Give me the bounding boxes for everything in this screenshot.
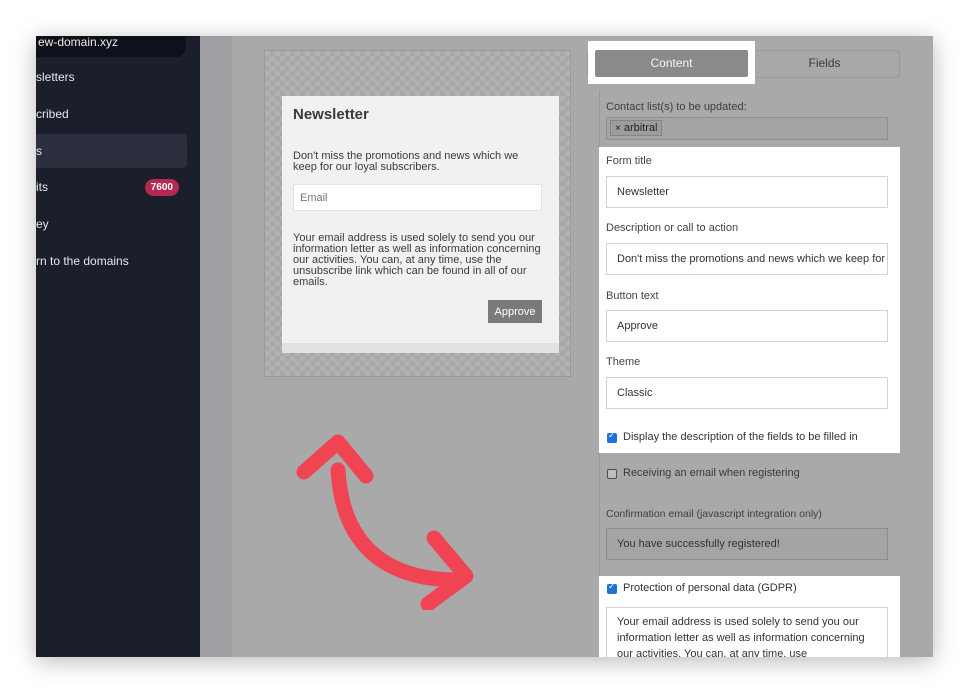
preview-title: Newsletter (293, 106, 369, 123)
contact-list-tag-label: arbitral (623, 122, 658, 134)
contact-list-tag[interactable]: × arbitral (610, 120, 663, 136)
sidebar-item-unsubscribed[interactable]: cribed (36, 97, 187, 131)
sidebar-gutter (200, 36, 232, 657)
gdpr-checkbox[interactable] (607, 581, 617, 594)
confirmation-email-input[interactable]: You have successfully registered! (606, 528, 888, 560)
theme-select[interactable]: Classic (606, 377, 888, 409)
display-description-label: Display the description of the fields to… (623, 431, 858, 443)
sidebar-item-label: its (36, 180, 48, 194)
newsletter-form-preview: Newsletter Don't miss the promotions and… (282, 96, 559, 353)
sidebar-item-label: cribed (36, 107, 69, 121)
receive-email-label: Receiving an email when registering (623, 467, 800, 479)
contact-lists-input[interactable]: × arbitral (606, 117, 888, 140)
confirmation-email-label: Confirmation email (javascript integrati… (606, 508, 822, 520)
description-label: Description or call to action (606, 222, 739, 234)
sidebar-item-api-key[interactable]: ey (36, 207, 187, 241)
preview-gdpr-text: Your email address is used solely to sen… (293, 232, 541, 288)
description-input[interactable]: Don't miss the promotions and news which… (606, 243, 888, 275)
sidebar-item-credits[interactable]: its 7600 (36, 170, 187, 204)
gdpr-label: Protection of personal data (GDPR) (623, 582, 797, 594)
form-title-label: Form title (606, 155, 652, 167)
form-title-input[interactable]: Newsletter (606, 176, 888, 208)
domain-name: ew-domain.xyz (38, 36, 119, 49)
display-description-checkbox[interactable] (607, 430, 617, 443)
preview-approve-button[interactable]: Approve (488, 300, 542, 323)
sidebar-item-newsletters[interactable]: sletters (36, 60, 187, 94)
preview-email-field[interactable]: Email (293, 184, 542, 211)
sidebar-item-label: s (36, 144, 42, 158)
sidebar-item-forms[interactable]: s (36, 134, 187, 168)
button-text-input[interactable]: Approve (606, 310, 888, 342)
app-window: ew-domain.xyz sletters cribed s its 7600… (36, 36, 933, 657)
sidebar-item-label: rn to the domains (36, 254, 129, 268)
sidebar: ew-domain.xyz sletters cribed s its 7600… (36, 36, 200, 657)
theme-label: Theme (606, 356, 641, 368)
sidebar-item-return-to-domains[interactable]: rn to the domains (36, 244, 187, 278)
tab-fields[interactable]: Fields (755, 50, 894, 77)
sidebar-item-label: ey (36, 217, 49, 231)
preview-description: Don't miss the promotions and news which… (293, 150, 519, 173)
remove-tag-icon[interactable]: × (615, 123, 621, 134)
double-arrow-icon (296, 434, 474, 610)
domain-selector[interactable]: ew-domain.xyz (36, 36, 186, 57)
button-text-label: Button text (606, 290, 659, 302)
preview-footer-strip (282, 343, 559, 353)
contact-lists-label: Contact list(s) to be updated: (606, 101, 747, 113)
tab-content[interactable]: Content (595, 50, 748, 77)
receive-email-checkbox[interactable] (607, 469, 617, 479)
sidebar-item-label: sletters (36, 70, 75, 84)
gdpr-textarea[interactable]: Your email address is used solely to sen… (606, 607, 888, 657)
credits-badge: 7600 (144, 179, 179, 196)
